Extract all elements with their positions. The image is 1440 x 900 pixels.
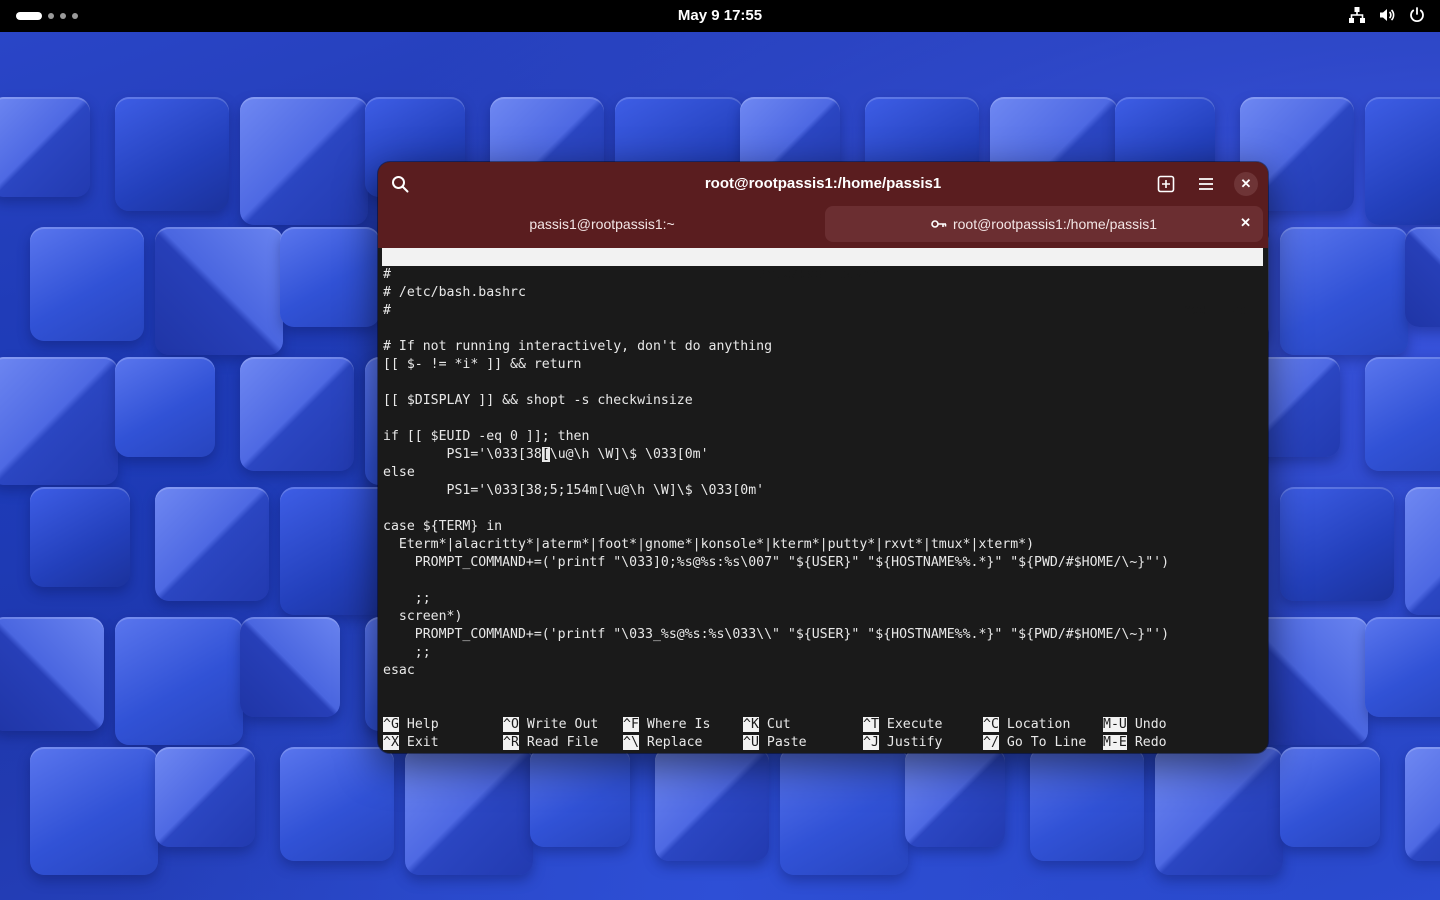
editor-line: if [[ $EUID -eq 0 ]]; then	[383, 429, 590, 444]
shortcut-exit: ^X Exit	[383, 735, 439, 750]
shortcut-go-to-line: ^/Go To Line	[983, 735, 1087, 750]
wallpaper-tile	[1365, 617, 1440, 717]
wallpaper-tile	[155, 747, 255, 847]
wallpaper-tile	[905, 747, 1005, 847]
wallpaper-tile	[1405, 487, 1440, 615]
text-cursor: [	[541, 447, 550, 462]
editor-line: case ${TERM} in	[383, 519, 503, 534]
terminal-content[interactable]: /etc/bash.bashrc GNU nano 8.0 Modified #…	[382, 248, 1264, 753]
nano-title-bar: /etc/bash.bashrc GNU nano 8.0 Modified	[382, 248, 1263, 318]
editor-line: PS1='\033[38[\u@\h \W]\$ \033[0m'	[383, 447, 709, 462]
new-tab-icon[interactable]	[1155, 173, 1177, 195]
wallpaper-tile	[530, 747, 630, 847]
editor-line: PROMPT_COMMAND+=('printf "\033]0;%s@%s:%…	[383, 555, 1170, 570]
editor-line: #	[383, 267, 391, 282]
clock[interactable]: May 9 17:55	[0, 7, 1440, 24]
wallpaper-tile	[1405, 747, 1440, 861]
wallpaper-tile	[1280, 487, 1394, 601]
editor-line: [[ $- != *i* ]] && return	[383, 357, 582, 372]
key-icon	[931, 219, 947, 229]
wallpaper-tile	[280, 227, 380, 327]
wallpaper-tile	[1365, 357, 1440, 471]
tab-passis1[interactable]: passis1@rootpassis1:~	[382, 206, 822, 242]
editor-buffer[interactable]: # # /etc/bash.bashrc # # If not running int…	[383, 266, 1169, 680]
hamburger-menu-icon[interactable]	[1195, 173, 1217, 195]
wallpaper-tile	[155, 227, 283, 355]
wallpaper-tile	[0, 617, 104, 731]
editor-line: #	[383, 303, 391, 318]
shortcut-write-out: ^O Write Out	[503, 717, 599, 732]
tab-bar: passis1@rootpassis1:~ root@rootpassis1:/…	[382, 206, 1264, 242]
editor-line: [[ $DISPLAY ]] && shopt -s checkwinsize	[383, 393, 693, 408]
wallpaper-tile	[0, 97, 90, 197]
system-tray[interactable]	[1348, 6, 1426, 24]
tab-close-icon[interactable]: ✕	[1240, 215, 1251, 231]
shortcut-read-file: ^R Read File	[503, 735, 599, 750]
shortcut-undo: M-U Undo	[1103, 717, 1167, 732]
tab-root[interactable]: root@rootpassis1:/home/passis1 ✕	[825, 206, 1263, 242]
shortcut-execute: ^T Execute	[863, 717, 943, 732]
editor-line: PROMPT_COMMAND+=('printf "\033_%s@%s:%s\…	[383, 627, 1170, 642]
wallpaper-tile	[1365, 97, 1440, 225]
wallpaper-tile	[115, 617, 243, 745]
network-icon	[1348, 6, 1366, 24]
shortcut-where-is: ^F Where Is	[623, 717, 711, 732]
wallpaper-tile	[115, 97, 229, 211]
wallpaper-tile	[155, 487, 269, 601]
window-title: root@rootpassis1:/home/passis1	[704, 175, 942, 192]
volume-icon	[1378, 6, 1396, 24]
top-bar: May 9 17:55	[0, 0, 1440, 32]
wallpaper-tile	[240, 357, 354, 471]
wallpaper-tile	[1280, 227, 1408, 355]
editor-line: Eterm*|alacritty*|aterm*|foot*|gnome*|ko…	[383, 537, 1035, 552]
wallpaper-tile	[280, 747, 394, 861]
editor-line: esac	[383, 663, 415, 678]
wallpaper-tile	[655, 747, 769, 861]
wallpaper-tile	[1155, 747, 1283, 875]
power-icon	[1408, 6, 1426, 24]
window-header: root@rootpassis1:/home/passis1 ✕ passis1…	[378, 162, 1268, 248]
editor-line: else	[383, 465, 415, 480]
wallpaper-tile	[1030, 747, 1144, 861]
tab-label: root@rootpassis1:/home/passis1	[952, 216, 1158, 232]
shortcut-help: ^G Help	[383, 717, 439, 732]
wallpaper-tile	[30, 747, 158, 875]
shortcut-paste: ^U Paste	[743, 735, 807, 750]
shortcut-justify: ^J Justify	[863, 735, 943, 750]
shortcut-redo: M-E Redo	[1103, 735, 1167, 750]
shortcut-cut: ^K Cut	[743, 717, 791, 732]
wallpaper-tile	[240, 97, 368, 225]
wallpaper-tile	[30, 487, 130, 587]
wallpaper-tile	[780, 747, 908, 875]
editor-line: PS1='\033[38;5;154m[\u@\h \W]\$ \033[0m'	[383, 483, 765, 498]
nano-shortcut-bar: ^G Help ^O Write Out ^F Where Is ^K Cut ^T Execut…	[383, 716, 1263, 752]
shortcut-location: ^C Location	[983, 717, 1071, 732]
wallpaper-tile	[30, 227, 144, 341]
editor-line: ;;	[383, 591, 431, 606]
editor-line: # /etc/bash.bashrc	[383, 285, 526, 300]
wallpaper-tile	[240, 617, 340, 717]
shortcut-replace: ^\ Replace	[623, 735, 703, 750]
wallpaper-tile	[0, 357, 118, 485]
nano-status: Modified	[1183, 303, 1247, 318]
wallpaper-tile	[1280, 747, 1380, 847]
wallpaper-tile	[1405, 227, 1440, 327]
tab-label: passis1@rootpassis1:~	[529, 216, 675, 232]
close-icon[interactable]: ✕	[1234, 172, 1258, 196]
wallpaper-tile	[405, 747, 533, 875]
editor-line: ;;	[383, 645, 431, 660]
wallpaper-tile	[115, 357, 215, 457]
terminal-window[interactable]: root@rootpassis1:/home/passis1 ✕ passis1…	[378, 162, 1268, 753]
editor-line: # If not running interactively, don't do…	[383, 339, 773, 354]
editor-line: screen*)	[383, 609, 463, 624]
